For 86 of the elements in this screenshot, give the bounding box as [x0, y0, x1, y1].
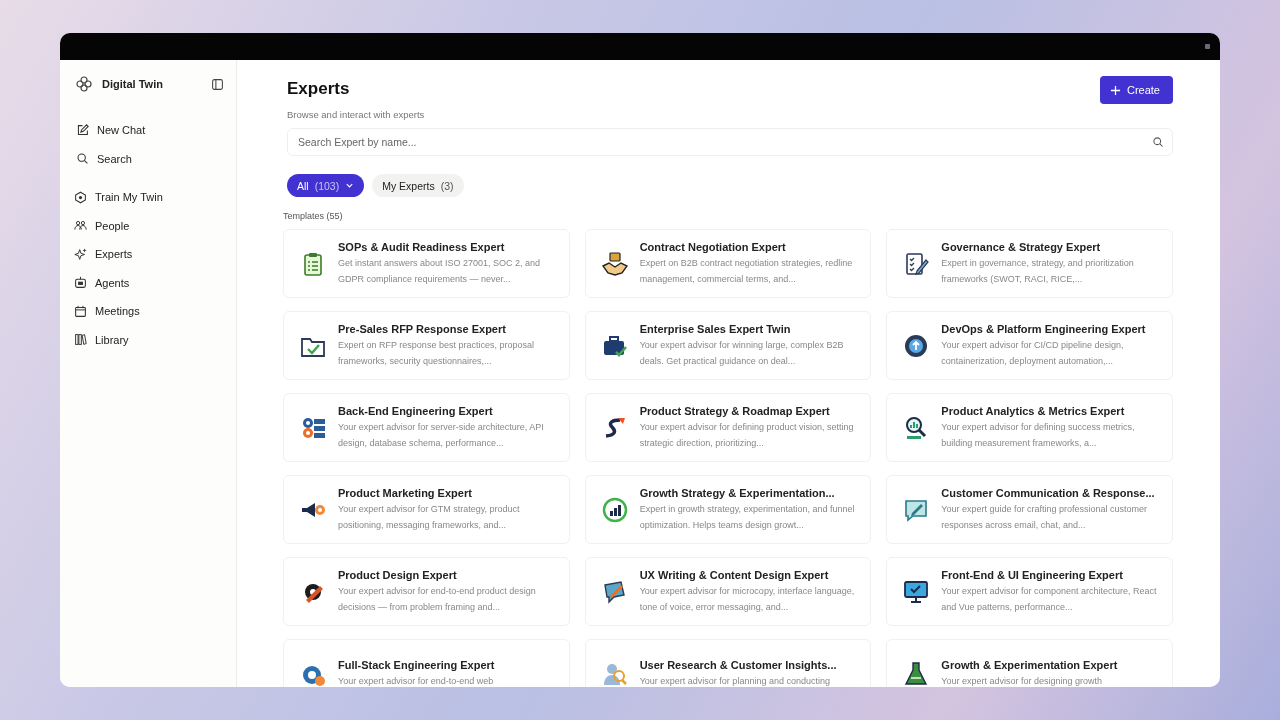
expert-card[interactable]: Front-End & UI Engineering Expert Your expert advisor for component architecture, React and Vue patterns, performance...	[886, 557, 1173, 626]
card-title: Product Analytics & Metrics Expert	[941, 404, 1126, 417]
card-title: Contract Negotiation Expert	[639, 240, 787, 253]
card-title: Product Marketing Expert	[338, 486, 473, 499]
search-field[interactable]: Search Expert by name...	[287, 128, 1173, 156]
search-icon	[1152, 136, 1164, 148]
card-title: Growth Strategy & Experimentation...	[639, 486, 836, 499]
sidebar-item[interactable]: Search	[76, 144, 132, 173]
brand-name: Digital Twin	[102, 78, 164, 90]
card-title: Pre-Sales RFP Response Expert	[338, 322, 507, 335]
card-description: Your expert advisor for microcopy, interface language, tone of voice, error messaging, and...	[639, 584, 856, 614]
expert-card[interactable]: Enterprise Sales Expert Twin Your expert advisor for winning large, complex B2B deals. Get practical guidance on deal...	[584, 311, 872, 380]
card-title: Growth & Experimentation Expert	[941, 658, 1118, 671]
create-button[interactable]: Create	[1099, 76, 1173, 104]
people-icon	[74, 219, 87, 233]
logo-icon	[76, 76, 92, 92]
sidebar-item[interactable]: Train My Twin	[74, 183, 163, 212]
card-description: Expert on RFP response best practices, proposal frameworks, security questionnaires,...	[338, 338, 535, 368]
expert-card[interactable]: DevOps & Platform Engineering Expert Your expert advisor for CI/CD pipeline design, containerization, deployment automation,...	[886, 311, 1173, 380]
sidebar-toggle-icon[interactable]	[211, 77, 224, 91]
card-title: UX Writing & Content Design Expert	[639, 568, 830, 581]
card-title: Enterprise Sales Expert Twin	[639, 322, 792, 335]
expert-card[interactable]: Product Design Expert Your expert advisor for end-to-end product design decisions — from problem framing and...	[283, 557, 570, 626]
plus-icon	[1109, 84, 1121, 96]
expert-card[interactable]: Product Strategy & Roadmap Expert Your expert advisor for defining product vision, setting strategic direction, prioritizing...	[584, 393, 872, 462]
filter-tab[interactable]: All (103)	[287, 174, 365, 197]
card-title: Customer Communication & Response...	[941, 486, 1156, 499]
sidebar-item[interactable]: Library	[74, 325, 129, 354]
filter-tab[interactable]: My Experts (3)	[372, 174, 464, 197]
sparkle-icon	[74, 247, 87, 261]
sidebar-item[interactable]: People	[74, 211, 130, 240]
sidebar-item[interactable]: Agents	[74, 268, 130, 297]
expert-card[interactable]: Product Analytics & Metrics Expert Your expert advisor for defining success metrics, building measurement frameworks, a...	[886, 393, 1173, 462]
card-title: Front-End & UI Engineering Expert	[941, 568, 1124, 581]
section-label: Templates (55)	[283, 211, 344, 221]
search-icon	[76, 152, 89, 166]
card-description: Expert in governance, strategy, and prioritization frameworks (SWOT, RACI, RICE,...	[941, 256, 1135, 286]
card-title: Product Strategy & Roadmap Expert	[639, 404, 831, 417]
card-description: Your expert advisor for defining success metrics, building measurement frameworks, a...	[941, 420, 1136, 450]
card-description: Your expert advisor for end-to-end web	[338, 674, 495, 687]
expert-card[interactable]: Product Marketing Expert Your expert advisor for GTM strategy, product positioning, messaging frameworks, and...	[283, 475, 570, 544]
card-description: Your expert advisor for CI/CD pipeline design, containerization, deployment automation,...	[941, 338, 1125, 368]
card-title: User Research & Customer Insights...	[639, 658, 837, 671]
card-title: DevOps & Platform Engineering Expert	[941, 322, 1147, 335]
card-description: Expert in growth strategy, experimentation, and funnel optimization. Helps teams design growt...	[639, 502, 856, 532]
sidebar-item[interactable]: Meetings	[74, 297, 140, 326]
expert-card[interactable]: SOPs & Audit Readiness Expert Get instant answers about ISO 27001, SOC 2, and GDPR compliance requirements — never...	[283, 229, 570, 298]
card-title: Governance & Strategy Expert	[941, 240, 1102, 253]
expert-card[interactable]: Back-End Engineering Expert Your expert advisor for server-side architecture, API design, database schema, performance...	[283, 393, 570, 462]
expert-card[interactable]: Customer Communication & Response... Your expert guide for crafting professional customer responses across email, chat, and...	[886, 475, 1173, 544]
expert-card[interactable]: UX Writing & Content Design Expert Your expert advisor for microcopy, interface language, tone of voice, error messaging, and...	[584, 557, 872, 626]
card-description: Your expert guide for crafting professional customer responses across email, chat, and...	[941, 502, 1149, 532]
card-description: Your expert advisor for component architecture, React and Vue patterns, performance...	[941, 584, 1158, 614]
expert-card[interactable]: Growth Strategy & Experimentation... Expert in growth strategy, experimentation, and funnel optimization. Helps teams design growt...	[584, 475, 872, 544]
checklist-icon	[903, 250, 930, 277]
calendar-icon	[74, 304, 87, 318]
card-description: Your expert advisor for winning large, complex B2B deals. Get practical guidance on deal...	[639, 338, 845, 368]
card-title: Product Design Expert	[338, 568, 458, 581]
card-title: SOPs & Audit Readiness Expert	[338, 240, 506, 253]
card-description: Your expert advisor for designing growth	[941, 674, 1104, 687]
edit-icon	[76, 123, 89, 137]
hexagon-icon	[74, 190, 87, 204]
expert-card[interactable]: Growth & Experimentation Expert Your expert advisor for designing growth	[886, 639, 1173, 687]
sidebar-item[interactable]: New Chat	[76, 116, 146, 145]
robot-icon	[74, 276, 87, 290]
monitor-check-icon	[903, 578, 930, 605]
card-description: Get instant answers about ISO 27001, SOC 2, and GDPR compliance requirements — never...	[338, 256, 542, 286]
books-icon	[74, 333, 87, 347]
speech-pencil-icon	[601, 578, 628, 605]
growth-chart-icon	[601, 496, 628, 523]
card-title: Back-End Engineering Expert	[338, 404, 494, 417]
page-subtitle: Browse and interact with experts	[287, 109, 425, 120]
card-description: Your expert advisor for end-to-end product design decisions — from problem framing and...	[338, 584, 537, 614]
card-description: Your expert advisor for planning and conducting	[639, 674, 831, 687]
card-title: Full-Stack Engineering Expert	[338, 658, 495, 671]
card-description: Your expert advisor for server-side architecture, API design, database schema, performance...	[338, 420, 545, 450]
expert-card[interactable]: User Research & Customer Insights... Your expert advisor for planning and conducting	[584, 639, 872, 687]
sidebar-item[interactable]: Experts	[74, 240, 133, 269]
card-description: Your expert advisor for GTM strategy, product positioning, messaging frameworks, and...	[338, 502, 521, 532]
card-description: Your expert advisor for defining product vision, setting strategic direction, prioritizing...	[639, 420, 855, 450]
expert-card[interactable]: Governance & Strategy Expert Expert in governance, strategy, and prioritization frameworks (SWOT, RACI, RICE,...	[886, 229, 1173, 298]
page-title: Experts	[287, 79, 351, 99]
expert-card[interactable]: Pre-Sales RFP Response Expert Expert on RFP response best practices, proposal frameworks, security questionnaires,...	[283, 311, 570, 380]
expert-card[interactable]: Full-Stack Engineering Expert Your expert advisor for end-to-end web	[283, 639, 570, 687]
expert-card[interactable]: Contract Negotiation Expert Expert on B2B contract negotiation strategies, redline management, commercial terms, and...	[584, 229, 872, 298]
card-description: Expert on B2B contract negotiation strategies, redline management, commercial terms, and...	[639, 256, 854, 286]
